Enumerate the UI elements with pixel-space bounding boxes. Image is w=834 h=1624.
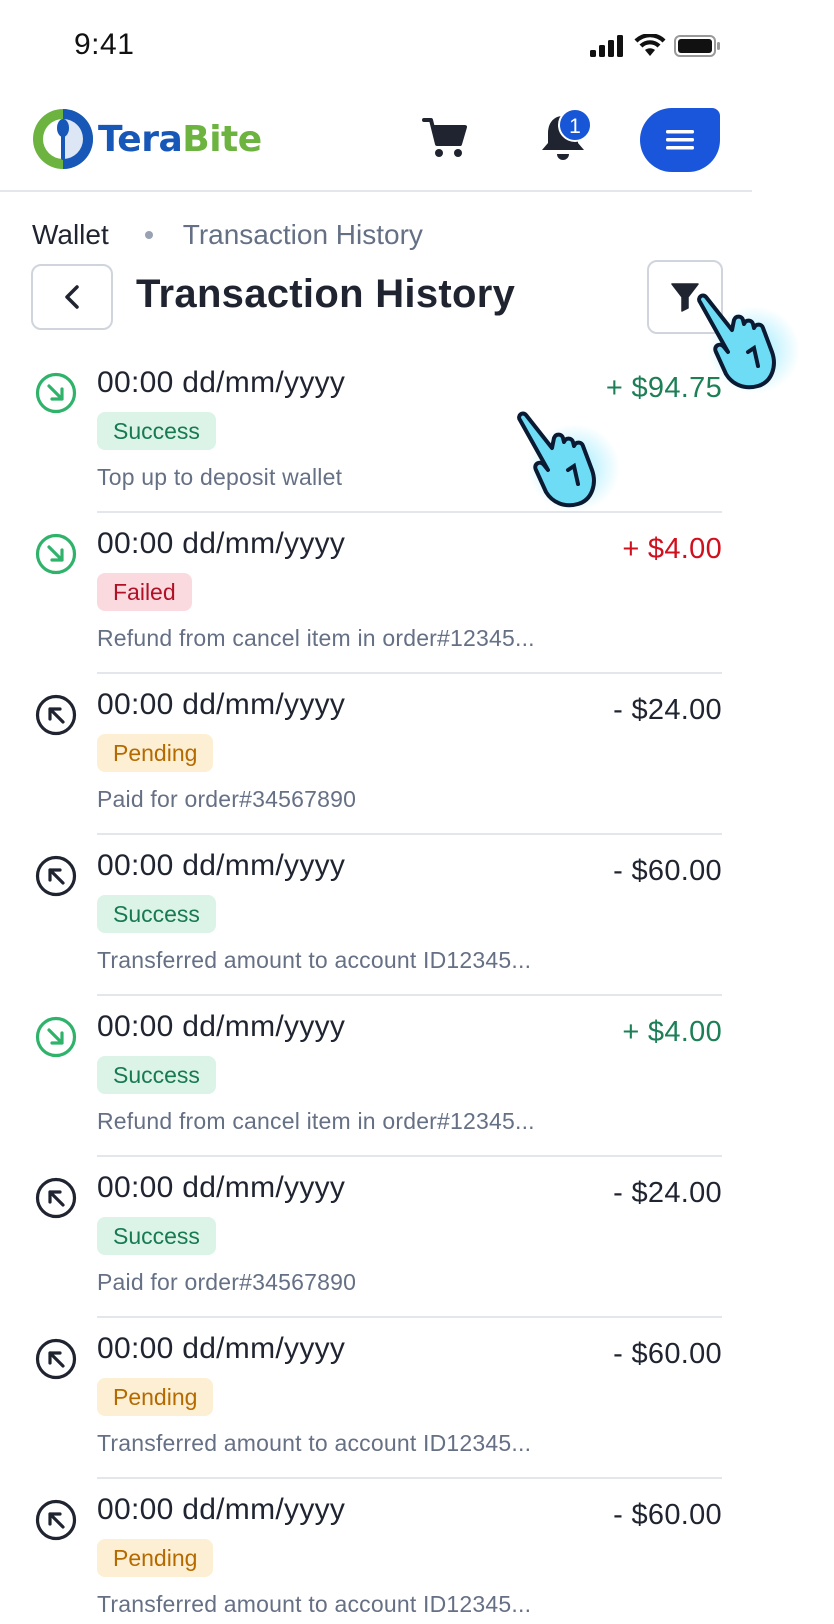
transaction-history-screen: 9:41 TeraBite 1 Wallet Transaction Histo… bbox=[0, 0, 752, 1624]
status-badge: Success bbox=[97, 895, 216, 933]
transaction-description: Paid for order#34567890 bbox=[97, 786, 357, 812]
menu-button[interactable] bbox=[640, 108, 720, 172]
transaction-time: 00:00 dd/mm/yyyy bbox=[97, 1171, 346, 1204]
transaction-time: 00:00 dd/mm/yyyy bbox=[97, 366, 346, 399]
transaction-amount: + $4.00 bbox=[622, 1016, 722, 1048]
transaction-amount: - $60.00 bbox=[613, 855, 722, 887]
breadcrumb-current: Transaction History bbox=[182, 219, 423, 250]
transaction-row[interactable]: 00:00 dd/mm/yyyy - $60.00 Pending Transferr… bbox=[0, 1479, 752, 1624]
hamburger-menu-icon bbox=[666, 130, 694, 150]
transaction-row[interactable]: 00:00 dd/mm/yyyy + $4.00 Success Refund fro… bbox=[0, 996, 752, 1157]
terabite-logo[interactable]: TeraBite bbox=[30, 106, 262, 172]
filter-button[interactable] bbox=[647, 260, 723, 334]
filter-icon bbox=[671, 283, 699, 312]
transaction-amount: + $94.75 bbox=[605, 372, 722, 404]
brand-name-part1: Tera bbox=[98, 118, 183, 160]
transaction-amount: + $4.00 bbox=[622, 533, 722, 565]
transaction-description: Transferred amount to account ID12345... bbox=[97, 947, 532, 973]
notification-badge: 1 bbox=[558, 108, 592, 142]
arrow-up-left-circle-icon bbox=[34, 1176, 78, 1220]
transaction-description: Refund from cancel item in order#12345..… bbox=[97, 1108, 535, 1134]
arrow-up-left-circle-icon bbox=[34, 693, 78, 737]
transaction-row[interactable]: 00:00 dd/mm/yyyy + $94.75 Success Top up to… bbox=[0, 352, 752, 513]
cart-icon bbox=[422, 118, 467, 157]
transaction-row[interactable]: 00:00 dd/mm/yyyy - $24.00 Pending Paid for … bbox=[0, 674, 752, 835]
arrow-up-left-circle-icon bbox=[34, 1337, 78, 1381]
transaction-time: 00:00 dd/mm/yyyy bbox=[97, 1332, 346, 1365]
transaction-description: Top up to deposit wallet bbox=[97, 464, 343, 490]
status-badge: Pending bbox=[97, 1378, 214, 1416]
app-header: TeraBite 1 bbox=[0, 92, 752, 192]
transaction-time: 00:00 dd/mm/yyyy bbox=[97, 527, 346, 560]
arrow-up-left-circle-icon bbox=[34, 854, 78, 898]
status-badge: Success bbox=[97, 1217, 216, 1255]
transaction-amount: - $24.00 bbox=[613, 694, 722, 726]
transaction-time: 00:00 dd/mm/yyyy bbox=[97, 849, 346, 882]
transaction-time: 00:00 dd/mm/yyyy bbox=[97, 688, 346, 721]
cart-button[interactable] bbox=[422, 116, 470, 160]
breadcrumb: Wallet Transaction History bbox=[32, 218, 423, 252]
page-title: Transaction History bbox=[136, 272, 516, 316]
signal-icon bbox=[590, 35, 623, 57]
transaction-description: Transferred amount to account ID12345... bbox=[97, 1591, 532, 1617]
transaction-list: 00:00 dd/mm/yyyy + $94.75 Success Top up to… bbox=[0, 352, 752, 1624]
status-badge: Success bbox=[97, 1056, 216, 1094]
arrow-down-right-circle-icon bbox=[34, 371, 78, 415]
transaction-description: Transferred amount to account ID12345... bbox=[97, 1430, 532, 1456]
transaction-time: 00:00 dd/mm/yyyy bbox=[97, 1010, 346, 1043]
status-badge: Failed bbox=[97, 573, 192, 611]
brand-name: TeraBite bbox=[98, 119, 262, 160]
transaction-row[interactable]: 00:00 dd/mm/yyyy - $60.00 Success Transferr… bbox=[0, 835, 752, 996]
status-icons bbox=[590, 34, 722, 58]
status-bar: 9:41 bbox=[0, 0, 752, 92]
transaction-amount: - $60.00 bbox=[613, 1338, 722, 1370]
transaction-description: Refund from cancel item in order#12345..… bbox=[97, 625, 535, 651]
breadcrumb-wallet[interactable]: Wallet bbox=[32, 219, 109, 251]
status-time: 9:41 bbox=[74, 28, 135, 61]
transaction-row[interactable]: 00:00 dd/mm/yyyy - $60.00 Pending Transferr… bbox=[0, 1318, 752, 1479]
transaction-amount: - $60.00 bbox=[613, 1499, 722, 1531]
brand-name-part2: Bite bbox=[182, 118, 262, 160]
status-badge: Success bbox=[97, 412, 216, 450]
transaction-amount: - $24.00 bbox=[613, 1177, 722, 1209]
wifi-icon bbox=[634, 34, 666, 56]
transaction-description: Paid for order#34567890 bbox=[97, 1269, 357, 1295]
chevron-left-icon bbox=[65, 285, 79, 309]
transaction-time: 00:00 dd/mm/yyyy bbox=[97, 1493, 346, 1526]
breadcrumb-separator bbox=[144, 231, 153, 239]
status-badge: Pending bbox=[97, 1539, 214, 1577]
arrow-down-right-circle-icon bbox=[34, 532, 78, 576]
status-badge: Pending bbox=[97, 734, 214, 772]
arrow-up-left-circle-icon bbox=[34, 1498, 78, 1542]
back-button[interactable] bbox=[31, 264, 113, 330]
battery-icon bbox=[674, 35, 720, 57]
arrow-down-right-circle-icon bbox=[34, 1015, 78, 1059]
logo-spoon-icon bbox=[33, 109, 93, 169]
transaction-row[interactable]: 00:00 dd/mm/yyyy + $4.00 Failed Refund from… bbox=[0, 513, 752, 674]
transaction-row[interactable]: 00:00 dd/mm/yyyy - $24.00 Success Paid for … bbox=[0, 1157, 752, 1318]
